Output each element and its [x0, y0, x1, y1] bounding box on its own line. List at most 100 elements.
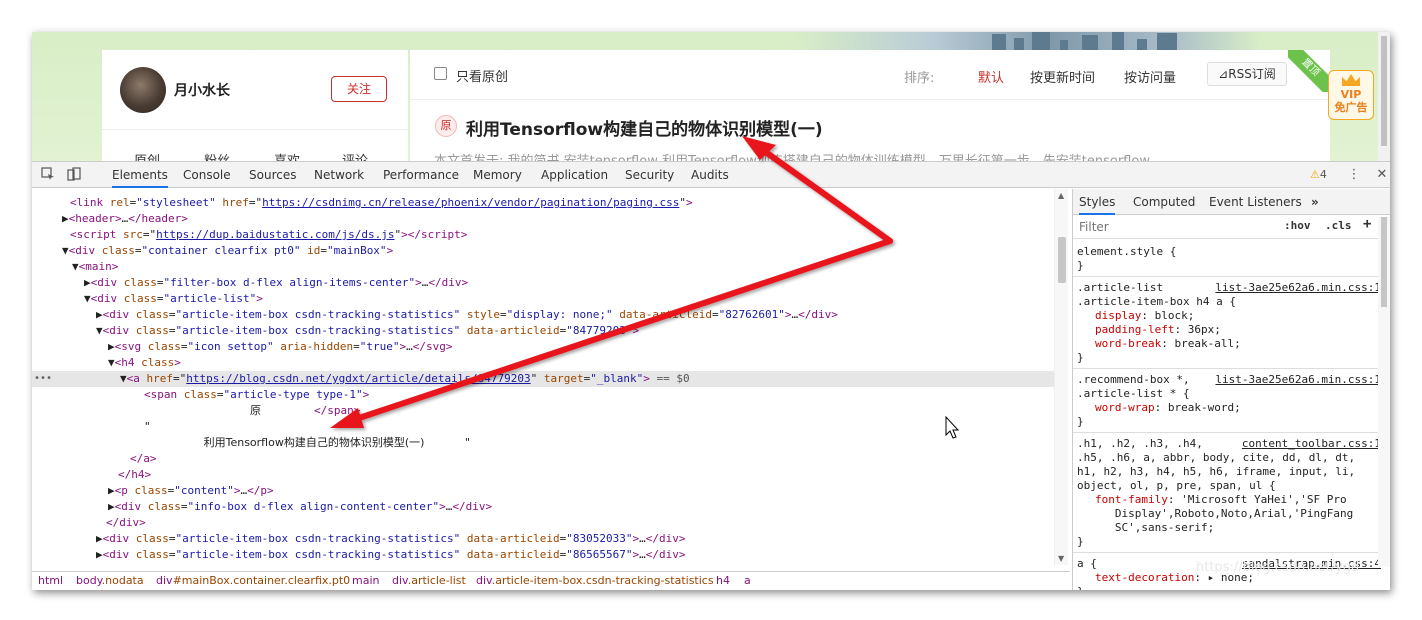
- styles-filter-input[interactable]: [1079, 219, 1269, 235]
- tab-memory[interactable]: Memory: [473, 162, 522, 188]
- crown-icon: [1342, 74, 1360, 86]
- sort-default-link[interactable]: 默认: [978, 67, 1004, 86]
- dom-node-line[interactable]: ▶<div class="filter-box d-flex align-ite…: [32, 275, 1062, 291]
- dom-node-line[interactable]: ▼<div class="article-list">: [32, 291, 1062, 307]
- dom-node-line[interactable]: 原 </span>: [32, 403, 1062, 419]
- dom-node-line[interactable]: ▼<h4 class>: [32, 355, 1062, 371]
- page-scrollbar[interactable]: [1378, 32, 1390, 161]
- profile-stats: 原创 粉丝 喜欢 评论: [102, 129, 408, 161]
- breadcrumb-item[interactable]: html: [38, 572, 63, 590]
- style-property[interactable]: display: block;: [1095, 309, 1194, 323]
- dom-node-line[interactable]: 利用Tensorflow构建自己的物体识别模型(一) ": [32, 435, 1062, 451]
- style-rule[interactable]: .h1, .h2, .h3, .h4, .h5, .h6, a, abbr, b…: [1073, 433, 1390, 553]
- close-devtools-icon[interactable]: ✕: [1374, 167, 1390, 183]
- dom-node-line[interactable]: </div>: [32, 515, 1062, 531]
- article-title-link[interactable]: 利用Tensorflow构建自己的物体识别模型(一): [466, 115, 823, 140]
- inspect-element-icon[interactable]: [40, 167, 56, 183]
- tab-styles[interactable]: Styles: [1079, 189, 1116, 215]
- dom-node-line[interactable]: ▶<div class="article-item-box csdn-track…: [32, 563, 1062, 565]
- tab-security[interactable]: Security: [625, 162, 674, 188]
- dom-node-selected[interactable]: ▼<a href="https://blog.csdn.net/ygdxt/ar…: [32, 371, 1062, 387]
- style-property[interactable]: word-break: break-all;: [1095, 337, 1241, 351]
- selected-node-ellipsis[interactable]: •••: [34, 373, 52, 384]
- dom-node-line[interactable]: <link rel="stylesheet" href="https://csd…: [32, 195, 1062, 211]
- style-property[interactable]: padding-left: 36px;: [1095, 323, 1221, 337]
- dom-node-line[interactable]: <script src="https://dup.baidustatic.com…: [32, 227, 1062, 243]
- dom-node-line[interactable]: ▶<div class="article-item-box csdn-track…: [32, 547, 1062, 563]
- rss-button[interactable]: ⊿RSS订阅: [1207, 62, 1287, 86]
- tab-application[interactable]: Application: [541, 162, 608, 188]
- breadcrumb-item[interactable]: body.nodata: [76, 572, 144, 590]
- dom-node-line[interactable]: ▶<div class="article-item-box csdn-track…: [32, 307, 1062, 323]
- rule-close-brace: }: [1077, 259, 1084, 272]
- sort-by-update-link[interactable]: 按更新时间: [1030, 67, 1095, 86]
- vip-label: VIP: [1340, 88, 1362, 101]
- tab-audits[interactable]: Audits: [691, 162, 729, 188]
- dom-node-line[interactable]: ▼<div class="article-item-box csdn-track…: [32, 323, 1062, 339]
- rule-source-link[interactable]: list-3ae25e62a6.min.css:1: [1215, 281, 1381, 294]
- pinned-ribbon: 置顶: [1288, 50, 1330, 92]
- tab-elements[interactable]: Elements: [112, 162, 168, 188]
- dom-node-line[interactable]: ▶<p class="content">…</p>: [32, 483, 1062, 499]
- styles-sidebar: Styles Computed Event Listeners » :hov .…: [1072, 189, 1390, 590]
- device-toolbar-icon[interactable]: [66, 167, 82, 183]
- dom-node-line[interactable]: ▶<div class="article-item-box csdn-track…: [32, 531, 1062, 547]
- tab-network[interactable]: Network: [314, 162, 364, 188]
- elements-scrollbar[interactable]: ▲ ▼: [1054, 189, 1068, 565]
- stat-likes-label: 喜欢: [274, 150, 300, 161]
- warnings-badge[interactable]: ⚠4: [1310, 168, 1327, 181]
- more-options-icon[interactable]: ⋮: [1346, 167, 1362, 183]
- rss-label: RSS订阅: [1228, 67, 1276, 81]
- class-toggle[interactable]: .cls: [1325, 219, 1352, 232]
- hover-state-toggle[interactable]: :hov: [1284, 219, 1311, 232]
- dom-node-line[interactable]: ▼<div class="container clearfix pt0" id=…: [32, 243, 1062, 259]
- tab-console[interactable]: Console: [183, 162, 231, 188]
- style-property[interactable]: word-wrap: break-word;: [1095, 401, 1241, 415]
- tab-performance[interactable]: Performance: [383, 162, 459, 188]
- breadcrumb-item[interactable]: div.article-item-box.csdn-tracking-stati…: [476, 572, 714, 590]
- dom-node-line[interactable]: ▼<main>: [32, 259, 1062, 275]
- dom-node-line[interactable]: ▶<header>…</header>: [32, 211, 1062, 227]
- dom-node-line[interactable]: </h4>: [32, 467, 1062, 483]
- breadcrumb-item[interactable]: h4: [716, 572, 730, 590]
- breadcrumb-item[interactable]: div.article-list: [392, 572, 466, 590]
- tab-sources[interactable]: Sources: [249, 162, 296, 188]
- tab-event-listeners[interactable]: Event Listeners: [1209, 189, 1302, 215]
- elements-dom-tree[interactable]: <link rel="stylesheet" href="https://csd…: [32, 189, 1062, 565]
- rule-selector: .article-list .article-item-box h4 a {: [1077, 281, 1236, 308]
- devtools-panel: Elements Console Sources Network Perform…: [32, 161, 1390, 590]
- avatar[interactable]: [120, 67, 166, 113]
- dom-node-line[interactable]: ▶<div class="info-box d-flex align-conte…: [32, 499, 1062, 515]
- rule-source-link[interactable]: list-3ae25e62a6.min.css:1: [1215, 373, 1381, 386]
- username[interactable]: 月小水长: [174, 80, 230, 100]
- dom-node-line[interactable]: </a>: [32, 451, 1062, 467]
- follow-button[interactable]: 关注: [331, 76, 387, 102]
- breadcrumb-item[interactable]: a: [744, 572, 751, 590]
- more-tabs-icon[interactable]: »: [1311, 189, 1319, 215]
- vip-ad-free-badge[interactable]: VIP 免广告: [1328, 70, 1374, 120]
- dom-node-line[interactable]: ▶<svg class="icon settop" aria-hidden="t…: [32, 339, 1062, 355]
- only-original-checkbox[interactable]: [434, 67, 447, 80]
- web-page: 月小水长 关注 原创 粉丝 喜欢 评论 只看原创 排序: 默认 按更新时间 按访…: [32, 32, 1390, 161]
- stat-fans-label: 粉丝: [204, 150, 230, 161]
- rule-selector: element.style {: [1077, 245, 1177, 258]
- style-property[interactable]: font-family: 'Microsoft YaHei','SF Pro D…: [1095, 493, 1353, 535]
- filter-bar: 只看原创 排序: 默认 按更新时间 按访问量 ⊿RSS订阅: [410, 50, 1330, 100]
- only-original-label[interactable]: 只看原创: [456, 66, 508, 85]
- vip-ad-free-label: 免广告: [1334, 101, 1368, 114]
- dom-node-line[interactable]: <span class="article-type type-1">: [32, 387, 1062, 403]
- tab-computed[interactable]: Computed: [1133, 189, 1195, 215]
- rule-close-brace: }: [1077, 585, 1084, 590]
- breadcrumb-item[interactable]: div#mainBox.container.clearfix.pt0: [156, 572, 350, 590]
- style-rule[interactable]: .recommend-box *, .article-list * {list-…: [1073, 369, 1390, 433]
- article-panel: 只看原创 排序: 默认 按更新时间 按访问量 ⊿RSS订阅 原 利用Tensor…: [410, 50, 1330, 161]
- dom-node-line[interactable]: ": [32, 419, 1062, 435]
- breadcrumb-item[interactable]: main: [352, 572, 379, 590]
- sort-by-views-link[interactable]: 按访问量: [1124, 67, 1176, 86]
- styles-scrollbar[interactable]: [1378, 217, 1390, 567]
- style-rule[interactable]: element.style {}: [1073, 241, 1390, 277]
- style-rule[interactable]: .article-list .article-item-box h4 a {li…: [1073, 277, 1390, 369]
- warning-icon: ⚠: [1310, 168, 1320, 181]
- new-style-rule-icon[interactable]: +: [1363, 216, 1371, 232]
- rule-source-link[interactable]: content_toolbar.css:1: [1242, 437, 1381, 450]
